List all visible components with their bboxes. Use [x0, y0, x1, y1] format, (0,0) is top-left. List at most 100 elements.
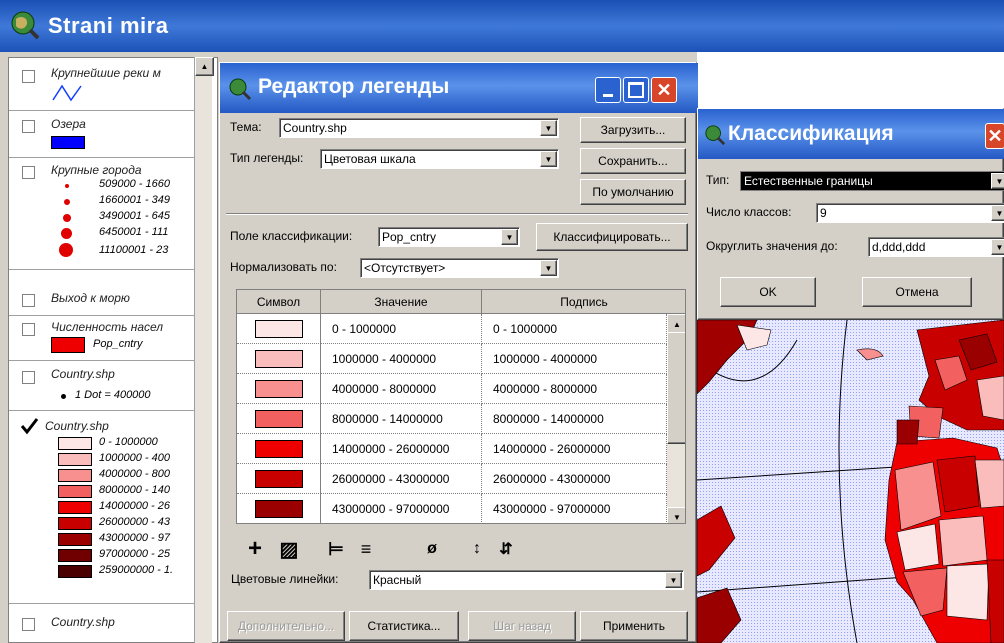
close-button[interactable]: ✕	[985, 123, 1004, 149]
symbol-swatch[interactable]	[255, 470, 303, 488]
table-row[interactable]: 14000000 - 26000000 14000000 - 26000000	[237, 434, 667, 464]
classify-button[interactable]: Классифицировать...	[536, 223, 688, 251]
legend-type-value: Цветовая шкала	[324, 152, 416, 166]
class-caption[interactable]: 4000000 - 8000000	[482, 374, 667, 404]
column-header-symbol[interactable]: Символ	[237, 290, 321, 314]
class-field-select[interactable]: Pop_cntry ▼	[378, 227, 520, 247]
theme-value: Country.shp	[283, 121, 347, 135]
move-up-icon[interactable]: ↕	[463, 535, 491, 563]
sort-desc-icon[interactable]: ≡	[352, 535, 380, 563]
statistics-button[interactable]: Статистика...	[349, 611, 459, 641]
color-ramp-select[interactable]: Красный ▼	[369, 570, 684, 590]
class-value[interactable]: 1000000 - 4000000	[321, 344, 482, 374]
population-swatch	[51, 337, 85, 353]
table-row[interactable]: 26000000 - 43000000 26000000 - 43000000	[237, 464, 667, 494]
class-caption[interactable]: 0 - 1000000	[482, 314, 667, 344]
type-select[interactable]: Естественные границы ▼	[740, 171, 1004, 191]
delete-class-icon[interactable]: ▨	[275, 535, 303, 563]
close-button[interactable]: ✕	[651, 77, 677, 103]
layer-checkbox[interactable]	[22, 294, 35, 307]
move-down-icon[interactable]: ⇵	[492, 535, 520, 563]
save-button[interactable]: Сохранить...	[580, 148, 686, 174]
classification-title-bar[interactable]: Классификация ✕	[698, 109, 1004, 159]
chevron-down-icon[interactable]: ▼	[540, 120, 557, 136]
class-value[interactable]: 43000000 - 97000000	[321, 494, 482, 523]
layer-checkbox[interactable]	[22, 371, 35, 384]
symbol-swatch[interactable]	[255, 350, 303, 368]
chevron-down-icon[interactable]: ▼	[991, 173, 1004, 189]
layer-name[interactable]: Численность насел	[51, 320, 163, 334]
layer-checkbox[interactable]	[22, 166, 35, 179]
maximize-button[interactable]	[623, 77, 649, 103]
layer-name[interactable]: Крупные города	[51, 163, 142, 177]
normalize-select[interactable]: <Отсутствует> ▼	[360, 258, 559, 278]
class-value[interactable]: 14000000 - 26000000	[321, 434, 482, 464]
class-caption[interactable]: 26000000 - 43000000	[482, 464, 667, 494]
add-class-icon[interactable]: +	[241, 535, 269, 563]
layer-checkbox[interactable]	[22, 323, 35, 336]
layer-list-scrollbar[interactable]: ▲	[194, 57, 214, 643]
table-row[interactable]: 8000000 - 14000000 8000000 - 14000000	[237, 404, 667, 434]
chevron-down-icon[interactable]: ▼	[501, 229, 518, 245]
cancel-button[interactable]: Отмена	[862, 277, 972, 307]
grid-scrollbar[interactable]: ▲ ▼	[667, 314, 685, 523]
apply-button[interactable]: Применить	[580, 611, 688, 641]
layer-list[interactable]: Крупнейшие реки м Озера Крупные города 5…	[8, 57, 218, 643]
class-value[interactable]: 4000000 - 8000000	[321, 374, 482, 404]
class-value[interactable]: 0 - 1000000	[321, 314, 482, 344]
symbol-swatch[interactable]	[255, 320, 303, 338]
scroll-thumb[interactable]	[667, 332, 685, 444]
ok-button[interactable]: OK	[720, 277, 816, 307]
map-view[interactable]	[697, 320, 1004, 643]
scroll-down-button[interactable]: ▼	[667, 507, 685, 523]
class-count-select[interactable]: 9 ▼	[816, 203, 1004, 223]
round-select[interactable]: d,ddd,ddd ▼	[868, 237, 1004, 257]
table-row[interactable]: 43000000 - 97000000 43000000 - 97000000	[237, 494, 667, 523]
table-row[interactable]: 4000000 - 8000000 4000000 - 8000000	[237, 374, 667, 404]
minimize-button[interactable]	[595, 77, 621, 103]
chevron-down-icon[interactable]: ▼	[665, 572, 682, 588]
class-value[interactable]: 8000000 - 14000000	[321, 404, 482, 434]
column-header-value[interactable]: Значение	[321, 290, 482, 314]
type-label: Тип:	[706, 173, 730, 187]
symbol-swatch[interactable]	[255, 440, 303, 458]
table-row[interactable]: 0 - 1000000 0 - 1000000	[237, 314, 667, 344]
class-grid[interactable]: Символ Значение Подпись 0 - 1000000 0 - 1…	[236, 289, 686, 524]
sort-asc-icon[interactable]: ⊨	[322, 535, 350, 563]
legend-type-select[interactable]: Цветовая шкала ▼	[320, 149, 559, 169]
null-value-icon[interactable]: ø	[418, 535, 446, 563]
layer-checkbox[interactable]	[22, 120, 35, 133]
class-value[interactable]: 26000000 - 43000000	[321, 464, 482, 494]
class-caption[interactable]: 1000000 - 4000000	[482, 344, 667, 374]
symbol-swatch[interactable]	[255, 410, 303, 428]
layer-name[interactable]: Крупнейшие реки м	[51, 66, 195, 80]
layer-name[interactable]: Country.shp	[45, 419, 109, 433]
layer-name[interactable]: Country.shp	[51, 615, 115, 629]
scroll-up-button[interactable]: ▲	[195, 57, 214, 76]
class-caption[interactable]: 8000000 - 14000000	[482, 404, 667, 434]
symbol-swatch[interactable]	[255, 500, 303, 518]
chevron-down-icon[interactable]: ▼	[991, 239, 1004, 255]
load-button[interactable]: Загрузить...	[580, 117, 686, 143]
globe-icon	[229, 78, 252, 101]
chevron-down-icon[interactable]: ▼	[991, 205, 1004, 221]
chevron-down-icon[interactable]: ▼	[540, 260, 557, 276]
layer-name[interactable]: Озера	[51, 117, 86, 131]
advanced-button[interactable]: Дополнительно...	[227, 611, 345, 641]
undo-button[interactable]: Шаг назад	[468, 611, 576, 641]
table-row[interactable]: 1000000 - 4000000 1000000 - 4000000	[237, 344, 667, 374]
legend-editor-title-bar[interactable]: Редактор легенды ✕	[220, 63, 698, 113]
class-caption[interactable]: 14000000 - 26000000	[482, 434, 667, 464]
default-button[interactable]: По умолчанию	[580, 179, 686, 205]
theme-select[interactable]: Country.shp ▼	[279, 118, 559, 138]
symbol-swatch[interactable]	[255, 380, 303, 398]
layer-checkbox[interactable]	[22, 70, 35, 83]
chevron-down-icon[interactable]: ▼	[540, 151, 557, 167]
scroll-up-button[interactable]: ▲	[667, 314, 685, 334]
column-header-label[interactable]: Подпись	[482, 290, 685, 314]
checkmark-icon[interactable]	[19, 417, 39, 435]
layer-name[interactable]: Выход к морю	[51, 291, 130, 305]
layer-checkbox[interactable]	[22, 618, 35, 631]
class-caption[interactable]: 43000000 - 97000000	[482, 494, 667, 523]
layer-name[interactable]: Country.shp	[51, 367, 115, 381]
